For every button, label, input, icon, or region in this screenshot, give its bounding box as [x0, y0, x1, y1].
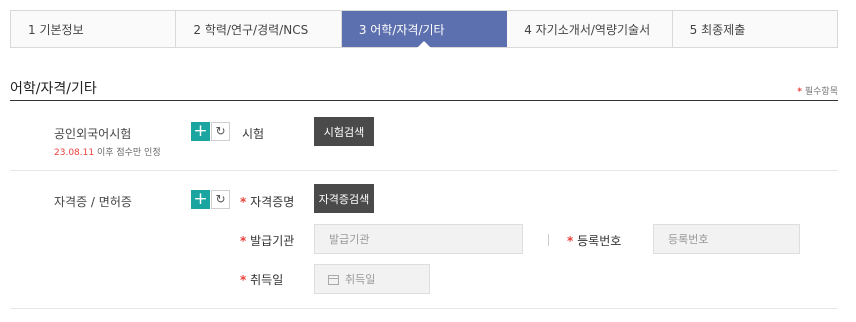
row-divider: [10, 170, 838, 171]
reset-language-button[interactable]: ↻: [211, 122, 230, 141]
test-field-label: 시험: [242, 127, 265, 141]
acquired-date-text: 취득일: [250, 273, 284, 287]
calendar-icon[interactable]: [328, 275, 339, 285]
test-search-button[interactable]: 시험검색: [314, 117, 374, 146]
tab-final-submit[interactable]: 5 최종제출: [673, 11, 837, 47]
tab-education-career[interactable]: 2 학력/연구/경력/NCS: [176, 11, 342, 47]
step-tabs: 1 기본정보 2 학력/연구/경력/NCS 3 어학/자격/기타 4 자기소개서…: [10, 10, 838, 48]
language-test-note: 23.08.11 이후 점수만 인정: [54, 145, 161, 158]
tab-label: 2 학력/연구/경력/NCS: [193, 22, 309, 37]
issuer-input[interactable]: [314, 224, 523, 254]
regno-input[interactable]: [653, 224, 800, 254]
section-title: 어학/자격/기타: [10, 81, 97, 97]
tab-label: 1 기본정보: [28, 22, 84, 37]
cert-name-text: 자격증명: [250, 195, 295, 209]
regno-label-text: 등록번호: [577, 234, 622, 248]
license-label: 자격증 / 면허증: [54, 195, 132, 209]
required-star-icon: *: [797, 87, 802, 97]
issuer-label: * 발급기관: [240, 232, 294, 249]
acquired-date-label: * 취득일: [240, 271, 283, 288]
language-test-label: 공인외국어시험: [54, 127, 132, 141]
required-note: * 필수항목: [797, 84, 838, 97]
tab-basic-info[interactable]: 1 기본정보: [11, 11, 177, 47]
cert-name-label: * 자격증명: [240, 193, 294, 210]
tab-label: 3 어학/자격/기타: [358, 22, 445, 37]
section-divider: [10, 100, 838, 101]
tab-self-intro[interactable]: 4 자기소개서/역량기술서: [507, 11, 673, 47]
tab-label: 4 자기소개서/역량기술서: [524, 22, 651, 37]
language-note-text: 이후 점수만 인정: [94, 148, 161, 158]
reset-license-button[interactable]: ↻: [211, 190, 230, 209]
tab-label: 5 최종제출: [689, 22, 746, 37]
required-star-icon: *: [240, 195, 247, 209]
required-star-icon: *: [567, 234, 574, 248]
active-tab-caret: [417, 41, 432, 48]
regno-label: * 등록번호: [567, 232, 621, 249]
add-language-button[interactable]: +: [191, 122, 210, 141]
cert-search-button[interactable]: 자격증검색: [314, 184, 374, 213]
required-note-text: 필수항목: [804, 87, 838, 97]
row-divider: [10, 308, 838, 309]
add-license-button[interactable]: +: [191, 190, 210, 209]
required-star-icon: *: [240, 234, 247, 248]
field-divider: [548, 234, 549, 246]
required-star-icon: *: [240, 273, 247, 287]
language-note-date: 23.08.11: [54, 148, 95, 158]
issuer-label-text: 발급기관: [250, 234, 295, 248]
tab-language-license[interactable]: 3 어학/자격/기타: [341, 11, 508, 48]
